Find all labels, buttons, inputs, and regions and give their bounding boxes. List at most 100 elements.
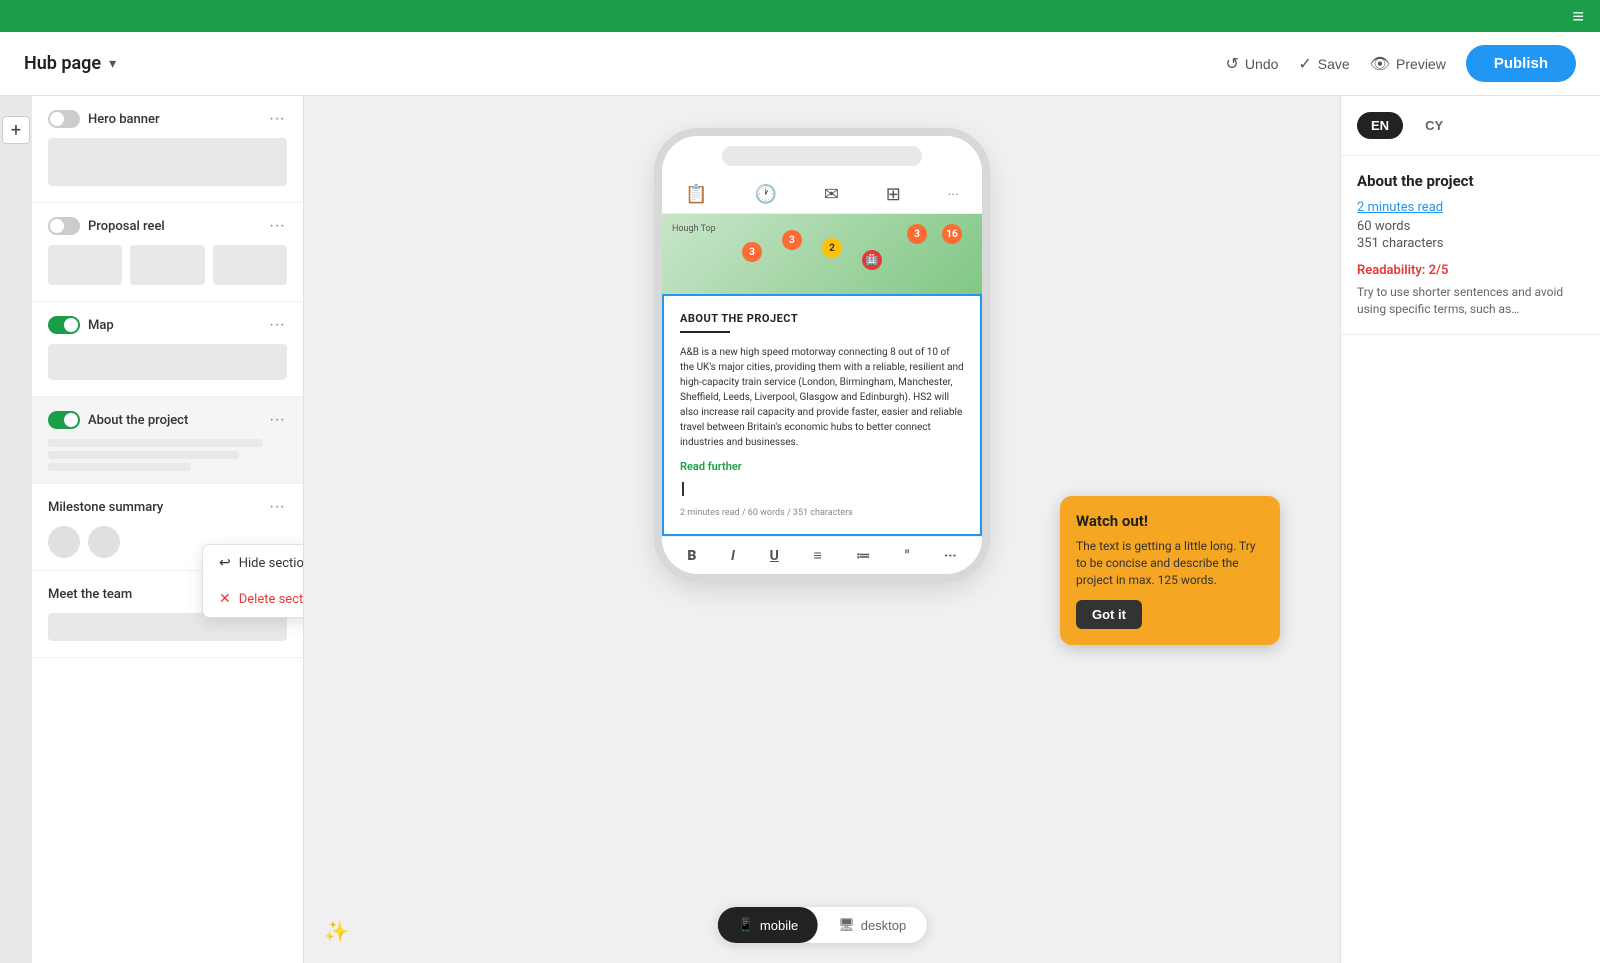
hamburger-icon[interactable]: ≡ <box>1572 4 1584 29</box>
magic-wand-icon[interactable]: ✨ <box>324 919 349 943</box>
section-name-milestone: Milestone summary <box>48 500 259 515</box>
word-count: 60 words <box>1357 219 1584 234</box>
right-panel: EN CY About the project 2 minutes read 6… <box>1340 96 1600 963</box>
read-time[interactable]: 2 minutes read <box>1357 200 1584 215</box>
publish-button[interactable]: Publish <box>1466 45 1576 82</box>
section-name-about: About the project <box>88 413 259 428</box>
project-info-title: About the project <box>1357 172 1584 190</box>
map-pin-hospital: 🏥 <box>862 250 882 270</box>
section-item-map: Map ··· <box>32 302 303 397</box>
desktop-label: desktop <box>861 918 907 933</box>
context-menu: ↩ Hide section ✕ Delete section <box>202 544 304 618</box>
readability-section: Readability: 2/5 Try to use shorter sent… <box>1357 263 1584 318</box>
header-actions: ↺ Undo ✓ Save 👁 Preview Publish <box>1226 45 1576 82</box>
hide-section-button[interactable]: ↩ Hide section <box>203 545 304 581</box>
page-title: Hub page <box>24 53 101 74</box>
preview-button[interactable]: 👁 Preview <box>1370 54 1446 74</box>
preview-hero <box>48 138 287 186</box>
dots-menu-about[interactable]: ··· <box>267 409 287 431</box>
hide-icon: ↩ <box>219 555 231 571</box>
device-search-bar <box>722 146 922 166</box>
device-toolbar: B I U ≡ ≔ " ··· <box>662 536 982 574</box>
toggle-map[interactable] <box>48 316 80 334</box>
section-item-hero-banner: Hero banner ··· <box>32 96 303 203</box>
mobile-switch-button[interactable]: 📱 mobile <box>718 907 818 943</box>
delete-section-button[interactable]: ✕ Delete section <box>203 581 304 617</box>
avatar-1 <box>48 526 80 558</box>
device-map: Hough Top 3 3 2 🏥 3 16 <box>662 214 982 294</box>
dots-menu-milestone[interactable]: ··· <box>267 496 287 518</box>
nav-icon-clock[interactable]: 🕐 <box>755 184 777 205</box>
map-label: Hough Top <box>672 224 716 234</box>
section-name-hero: Hero banner <box>88 112 259 127</box>
nav-dots[interactable]: ··· <box>948 187 959 203</box>
dots-menu-proposal[interactable]: ··· <box>267 215 287 237</box>
nav-icon-docs[interactable]: 📋 <box>685 184 707 205</box>
main-layout: + Hero banner ··· Proposal reel ··· <box>0 96 1600 963</box>
warning-title: Watch out! <box>1076 512 1264 530</box>
section-name-map: Map <box>88 318 259 333</box>
more-icon[interactable]: ··· <box>944 548 957 564</box>
toggle-proposal[interactable] <box>48 217 80 235</box>
desktop-switch-button[interactable]: 🖥 desktop <box>818 907 926 943</box>
got-it-button[interactable]: Got it <box>1076 600 1142 629</box>
italic-icon[interactable]: I <box>731 548 735 564</box>
device-frame: 📋 🕐 ✉ ⊞ ··· Hough Top 3 3 2 🏥 3 16 ABOUT… <box>662 136 982 574</box>
section-header-milestone: Milestone summary ··· <box>48 496 287 518</box>
nav-icon-send[interactable]: ✉ <box>824 184 839 205</box>
underline-icon[interactable]: U <box>770 548 779 564</box>
map-pin-5: 16 <box>942 224 962 244</box>
device-switcher: 📱 mobile 🖥 desktop <box>718 907 927 943</box>
undo-label: Undo <box>1245 56 1278 72</box>
section-name-proposal: Proposal reel <box>88 219 259 234</box>
preview-map <box>48 344 287 380</box>
ordered-list-icon[interactable]: ≔ <box>856 548 870 564</box>
save-button[interactable]: ✓ Save <box>1298 54 1349 74</box>
content-meta: 2 minutes read / 60 words / 351 characte… <box>680 508 964 518</box>
canvas-area: 📋 🕐 ✉ ⊞ ··· Hough Top 3 3 2 🏥 3 16 ABOUT… <box>304 96 1340 963</box>
hide-section-label: Hide section <box>239 556 304 571</box>
dots-menu-map[interactable]: ··· <box>267 314 287 336</box>
warning-tooltip: Watch out! The text is getting a little … <box>1060 496 1280 645</box>
preview-line-2 <box>48 451 239 459</box>
preview-label: Preview <box>1396 56 1446 72</box>
toggle-about[interactable] <box>48 411 80 429</box>
lang-cy-button[interactable]: CY <box>1411 112 1457 139</box>
delete-section-label: Delete section <box>239 592 304 607</box>
add-panel: + <box>0 96 32 963</box>
bold-icon[interactable]: B <box>687 548 696 564</box>
section-item-proposal-reel: Proposal reel ··· <box>32 203 303 302</box>
toggle-hero[interactable] <box>48 110 80 128</box>
map-pin-2: 3 <box>782 230 802 250</box>
device-nav: 📋 🕐 ✉ ⊞ ··· <box>662 176 982 214</box>
nav-icon-layers[interactable]: ⊞ <box>886 184 901 205</box>
mobile-icon: 📱 <box>738 917 754 933</box>
header-left: Hub page ▾ <box>24 53 116 74</box>
section-header-about: About the project ··· <box>48 409 287 431</box>
list-icon[interactable]: ≡ <box>813 547 821 564</box>
project-info: About the project 2 minutes read 60 word… <box>1341 156 1600 335</box>
dots-menu-hero[interactable]: ··· <box>267 108 287 130</box>
mobile-label: mobile <box>760 918 798 933</box>
char-count: 351 characters <box>1357 236 1584 251</box>
top-bar: ≡ <box>0 0 1600 32</box>
preview-proposal <box>48 245 287 285</box>
preview-line-3 <box>48 463 191 471</box>
readability-label: Readability: 2/5 <box>1357 263 1584 278</box>
preview-block-1 <box>48 245 122 285</box>
undo-button[interactable]: ↺ Undo <box>1226 54 1279 74</box>
read-further-link[interactable]: Read further <box>680 460 964 473</box>
delete-icon: ✕ <box>219 591 231 607</box>
save-label: Save <box>1318 56 1350 72</box>
device-content: ABOUT THE PROJECT A&B is a new high spee… <box>662 294 982 536</box>
eye-icon: 👁 <box>1370 54 1390 74</box>
map-pin-3: 2 <box>822 238 842 258</box>
preview-line-1 <box>48 439 263 447</box>
section-header-hero: Hero banner ··· <box>48 108 287 130</box>
content-body: A&B is a new high speed motorway connect… <box>680 345 964 450</box>
add-section-button[interactable]: + <box>2 116 30 144</box>
lang-en-button[interactable]: EN <box>1357 112 1403 139</box>
chevron-down-icon[interactable]: ▾ <box>109 56 116 72</box>
section-header-map: Map ··· <box>48 314 287 336</box>
quote-icon[interactable]: " <box>905 548 909 564</box>
